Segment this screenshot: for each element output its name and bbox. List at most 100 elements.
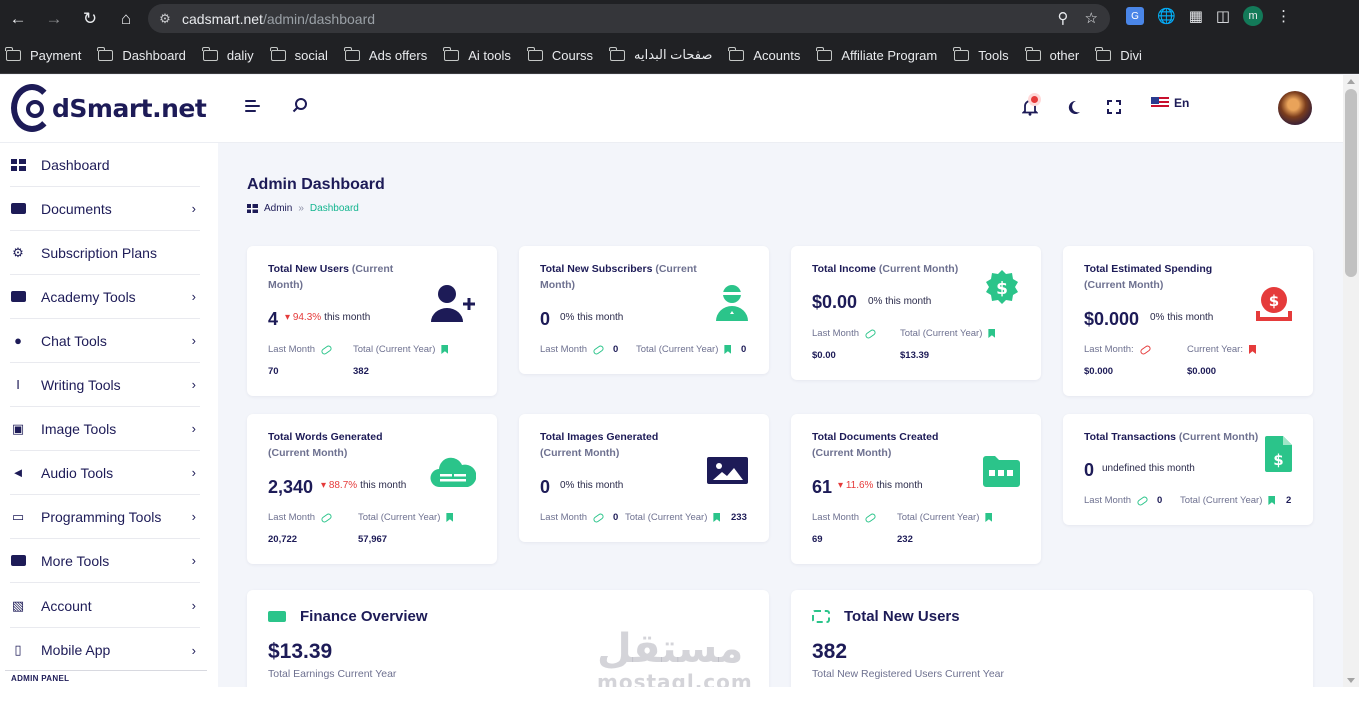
zoom-search-icon[interactable]: ⚲ — [1058, 9, 1069, 27]
card-title: Total Estimated Spending (Current Month) — [1084, 263, 1213, 291]
sidebar-item-writing-tools[interactable]: I Writing Tools › — [10, 363, 200, 407]
sidebar-item-label: Audio Tools — [41, 464, 114, 481]
folder-icon — [5, 46, 21, 61]
page-scrollbar[interactable] — [1343, 75, 1359, 687]
card-title: Total Documents Created (Current Month) — [812, 431, 939, 459]
profile-avatar[interactable]: m — [1243, 6, 1264, 26]
moon-icon[interactable] — [1066, 99, 1082, 120]
browser-menu-icon[interactable]: ⋮ — [1276, 7, 1291, 25]
forward-icon[interactable]: → — [36, 0, 72, 37]
bookmark-star-icon[interactable]: ☆ — [1085, 9, 1098, 27]
home-icon[interactable]: ⌂ — [108, 0, 144, 37]
bookmark-folder[interactable]: daliy — [201, 46, 254, 63]
bookmark-icon — [446, 513, 454, 522]
reload-icon[interactable]: ↻ — [72, 0, 108, 37]
bookmark-folder[interactable]: other — [1024, 46, 1079, 63]
translate-extension-icon[interactable]: G — [1126, 7, 1144, 25]
bookmark-folder[interactable]: Ai tools — [443, 46, 511, 63]
sidebar-item-label: Academy Tools — [41, 288, 136, 305]
side-panel-icon[interactable]: ◫ — [1216, 7, 1230, 25]
caret-down-icon: ▾ 11.6% — [838, 480, 874, 491]
bookmark-folder[interactable]: social — [269, 46, 328, 63]
fullscreen-icon[interactable] — [1107, 100, 1121, 119]
card-title: Total Transactions (Current Month) — [1084, 431, 1259, 443]
sidebar-item-academy-tools[interactable]: Academy Tools › — [10, 275, 200, 319]
breadcrumb-separator: » — [298, 203, 304, 214]
watermark-arabic: مستقل — [597, 626, 744, 672]
globe-extension-icon[interactable]: 🌐 — [1157, 7, 1176, 25]
users-group-icon — [812, 610, 830, 623]
chevron-right-icon: › — [191, 377, 196, 392]
folder-icon — [10, 202, 26, 215]
chevron-right-icon: › — [191, 598, 196, 613]
bookmark-folder[interactable]: Payment — [5, 46, 81, 63]
scroll-thumb[interactable] — [1345, 89, 1357, 277]
sidebar-item-label: Writing Tools — [41, 376, 121, 393]
sidebar-item-mobile-app[interactable]: ▯ Mobile App › — [10, 628, 200, 672]
sidebar-section-label: ADMIN PANEL — [11, 674, 70, 683]
sidebar-item-more-tools[interactable]: More Tools › — [10, 539, 200, 583]
sidebar-item-label: Chat Tools — [41, 332, 107, 349]
panel-value: 382 — [812, 640, 848, 663]
card-value: 4 — [268, 309, 279, 329]
total-label: Total (Current Year) — [358, 512, 454, 523]
extensions-puzzle-icon[interactable]: ▦ — [1189, 7, 1203, 25]
sidebar-item-audio-tools[interactable]: ◄ Audio Tools › — [10, 451, 200, 495]
money-icon — [268, 611, 286, 622]
site-info-icon[interactable]: ⚙ — [148, 11, 182, 27]
url-text[interactable]: cadsmart.net/admin/dashboard — [182, 11, 375, 27]
bookmark-folder[interactable]: صفحات البدايه — [609, 46, 712, 63]
sidebar-item-programming-tools[interactable]: ▭ Programming Tools › — [10, 495, 200, 539]
sidebar-item-label: Documents — [41, 200, 112, 217]
bookmark-folder[interactable]: Acounts — [728, 46, 800, 63]
sidebar-item-documents[interactable]: Documents › — [10, 187, 200, 231]
page-title: Admin Dashboard — [247, 176, 385, 193]
toolbox-icon — [10, 554, 26, 567]
language-switcher[interactable]: En — [1151, 96, 1189, 110]
total-value: 57,967 — [358, 534, 388, 545]
scroll-up-arrow[interactable] — [1347, 79, 1355, 84]
card-trend: ▾ 11.6% this month — [838, 480, 923, 491]
account-icon: ▧ — [11, 597, 25, 613]
bookmark-icon — [988, 329, 996, 338]
back-icon[interactable]: ← — [0, 0, 36, 37]
bookmark-folder[interactable]: Divi — [1095, 46, 1142, 63]
sidebar-item-subscription-plans[interactable]: ⚙ Subscription Plans — [10, 231, 200, 275]
bookmark-folder[interactable]: Tools — [953, 46, 1009, 63]
sidebar-item-dashboard[interactable]: Dashboard — [10, 143, 200, 187]
sidebar-item-account[interactable]: ▧ Account › — [10, 584, 200, 628]
sidebar-divider — [5, 670, 207, 671]
logo-text: dSmart.net — [52, 93, 207, 123]
dashboard-icon — [247, 204, 258, 213]
total-value: $13.39 — [900, 350, 930, 361]
panel-value: $13.39 — [268, 640, 333, 663]
sidebar-item-label: Programming Tools — [41, 508, 162, 525]
bookmark-folder[interactable]: Affiliate Program — [816, 46, 937, 63]
last-month-label: Last Month — [540, 511, 605, 524]
total-new-users-panel: Total New Users 382 Total New Registered… — [791, 590, 1313, 700]
sidebar-item-chat-tools[interactable]: ● Chat Tools › — [10, 319, 200, 363]
breadcrumb-root[interactable]: Admin — [264, 203, 292, 214]
link-icon — [320, 511, 333, 524]
add-user-icon — [431, 284, 477, 329]
folder-docs-icon — [983, 456, 1020, 492]
bookmark-icon — [1248, 345, 1256, 354]
address-bar[interactable]: ⚙ cadsmart.net/admin/dashboard ⚲ ☆ — [148, 4, 1110, 33]
scroll-down-arrow[interactable] — [1347, 678, 1355, 683]
panel-title: Finance Overview — [268, 608, 428, 625]
last-month-value: $0.000 — [1084, 366, 1114, 377]
avatar[interactable] — [1278, 91, 1312, 125]
bookmark-folder[interactable]: Ads offers — [343, 46, 427, 63]
menu-icon[interactable] — [245, 100, 260, 115]
bookmark-folder[interactable]: Courss — [526, 46, 593, 63]
sidebar-item-label: More Tools — [41, 552, 110, 569]
sidebar-item-label: Image Tools — [41, 420, 117, 437]
logo[interactable]: dSmart.net — [11, 84, 207, 132]
bookmark-folder[interactable]: Dashboard — [97, 46, 186, 63]
sidebar-item-image-tools[interactable]: ▣ Image Tools › — [10, 407, 200, 451]
total-value: 382 — [353, 366, 369, 377]
card-title: Total New Users (Current Month) — [268, 263, 394, 291]
total-value: 233 — [731, 512, 747, 523]
search-icon[interactable] — [292, 97, 308, 118]
link-icon — [1136, 494, 1149, 507]
